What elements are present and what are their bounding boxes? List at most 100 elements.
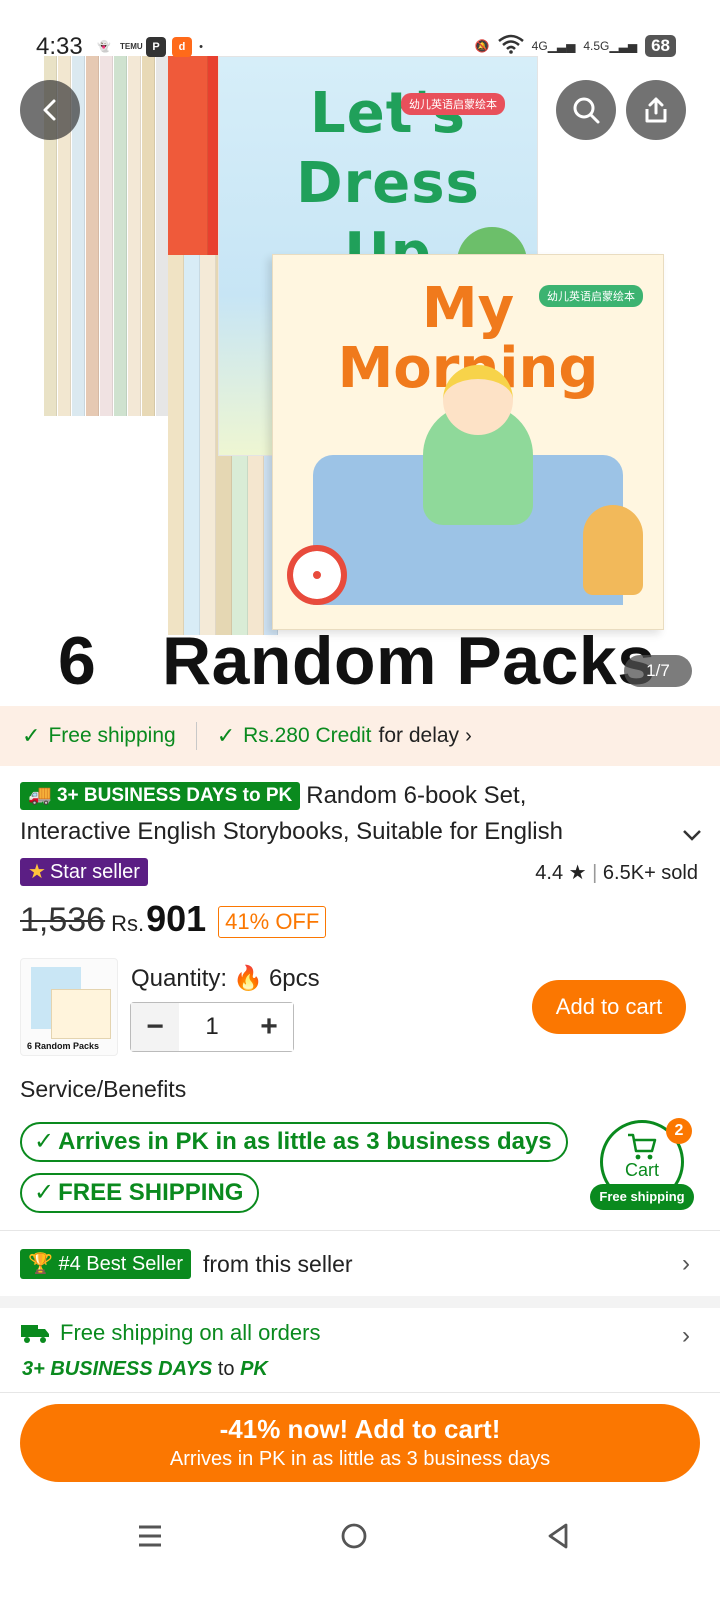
home-button[interactable] <box>334 1518 374 1554</box>
decrement-button[interactable]: − <box>131 1003 179 1051</box>
credit-suffix: for delay <box>378 724 460 747</box>
best-seller-row[interactable]: 🏆 #4 Best Seller from this seller › <box>20 1246 700 1282</box>
image-counter: 1/7 <box>624 655 692 687</box>
quantity-label-text: Quantity: <box>131 965 228 992</box>
mute-icon: 🔕 <box>474 38 490 53</box>
star-icon: ★ <box>568 862 587 884</box>
temu-icon: TEMU <box>120 42 143 51</box>
check-icon: ✓ <box>34 1128 55 1155</box>
quantity-label: Quantity: 🔥 6pcs <box>131 964 320 993</box>
check-icon: ✓ <box>22 723 41 748</box>
divider <box>195 722 197 750</box>
share-button[interactable] <box>626 80 686 140</box>
arrival-benefit-pill: ✓ Arrives in PK in as little as 3 busines… <box>20 1122 568 1162</box>
shopping-cart-icon <box>628 1133 657 1160</box>
fire-icon: 🔥 <box>233 965 263 992</box>
arrival-benefit-text: Arrives in PK in as little as 3 business… <box>58 1128 552 1155</box>
cart-free-shipping-label: Free shipping <box>590 1184 694 1210</box>
snapchat-icon: 👻 <box>97 41 111 53</box>
wifi-icon <box>497 34 524 57</box>
sold-count: 6.5K+ sold <box>602 862 698 884</box>
status-bar: 4:33 👻 TEMU P d • 🔕 4G▁▃▅ 4.5G▁▃▅ 68 <box>0 28 720 64</box>
menu-icon <box>139 1525 161 1547</box>
child-head-illustration <box>443 365 513 435</box>
current-price: 901 <box>146 898 207 939</box>
delivery-estimate: 3+ BUSINESS DAYS to PK <box>22 1358 268 1381</box>
shipping-promo-strip[interactable]: ✓ Free shipping ✓ Rs.280 Credit for dela… <box>0 706 720 766</box>
caption-text: Random Packs <box>162 623 656 699</box>
signal-45g-icon: 4.5G▁▃▅ <box>583 38 638 53</box>
free-shipping-benefit-pill: ✓ FREE SHIPPING <box>20 1173 260 1213</box>
currency-symbol: Rs. <box>111 911 145 936</box>
free-shipping-all-row[interactable]: Free shipping on all orders <box>20 1320 320 1346</box>
signal-4g-icon: 4G▁▃▅ <box>531 38 576 53</box>
thumb-cover-front <box>51 989 111 1039</box>
book-cover-my-morning: 幼儿英语启蒙绘本 My Morning <box>272 254 664 630</box>
status-time: 4:33 <box>36 33 83 60</box>
star-icon: ★ <box>28 861 46 883</box>
title-line-1: Random 6-book Set, <box>306 782 527 809</box>
back-triangle-icon <box>548 1523 568 1549</box>
check-icon: ✓ <box>34 1179 55 1206</box>
back-button[interactable] <box>20 80 80 140</box>
truck-icon <box>21 1325 49 1343</box>
search-icon <box>573 97 600 124</box>
free-shipping-all-text: Free shipping on all orders <box>60 1320 321 1345</box>
system-back-button[interactable] <box>538 1518 578 1554</box>
alarm-clock-illustration <box>287 545 347 605</box>
credit-label: Rs.280 Credit <box>243 724 372 747</box>
delivery-to: to <box>217 1358 235 1380</box>
best-seller-badge: 🏆 #4 Best Seller <box>20 1249 191 1279</box>
hero-caption: 6 Random Packs <box>58 622 656 700</box>
chevron-right-icon[interactable]: › <box>682 1322 690 1350</box>
system-navigation-bar <box>0 1500 720 1600</box>
rating-summary[interactable]: 4.4 ★ | 6.5K+ sold <box>535 860 698 885</box>
recent-apps-button[interactable] <box>130 1518 170 1554</box>
check-icon: ✓ <box>216 723 236 748</box>
search-button[interactable] <box>556 80 616 140</box>
back-arrow-icon <box>43 99 56 121</box>
divider: | <box>592 862 598 884</box>
quantity-value[interactable]: 1 <box>179 1003 245 1051</box>
delivery-badge: 🚚 3+ BUSINESS DAYS to PK <box>20 782 301 810</box>
expand-title-chevron-icon[interactable] <box>682 822 702 848</box>
quantity-stepper[interactable]: − 1 + <box>130 1002 294 1052</box>
delivery-destination: PK <box>240 1358 268 1380</box>
add-to-cart-button[interactable]: Add to cart <box>532 980 686 1034</box>
stock-count: 6pcs <box>268 965 320 992</box>
add-to-cart-cta-button[interactable]: -41% now! Add to cart! Arrives in PK in … <box>20 1404 700 1482</box>
notification-icons: 👻 TEMU P d • <box>94 37 204 57</box>
section-separator <box>0 1296 720 1308</box>
variant-thumbnail[interactable]: 6 Random Packs <box>20 958 118 1056</box>
star-seller-badge: ★ Star seller <box>20 858 148 886</box>
rating-value: 4.4 <box>535 862 564 884</box>
service-benefits-title: Service/Benefits <box>20 1076 187 1102</box>
discount-badge: 41% OFF <box>218 906 327 938</box>
increment-button[interactable]: + <box>245 1003 293 1051</box>
cart-count-badge: 2 <box>666 1118 692 1144</box>
best-seller-badge-text: #4 Best Seller <box>58 1253 183 1275</box>
cta-main-text: -41% now! Add to cart! <box>219 1414 501 1444</box>
status-right: 🔕 4G▁▃▅ 4.5G▁▃▅ 68 <box>475 34 676 57</box>
original-price: 1,536 <box>20 901 106 939</box>
pi-icon: P <box>146 37 166 57</box>
delivery-badge-text: 3+ BUSINESS DAYS to PK <box>56 785 293 806</box>
cover-tag: 幼儿英语启蒙绘本 <box>401 93 505 115</box>
home-circle-icon <box>341 1523 367 1549</box>
app-icon: d <box>172 37 192 57</box>
dog-illustration <box>583 505 643 595</box>
cta-sub-text: Arrives in PK in as little as 3 business… <box>169 1448 551 1470</box>
chevron-right-icon: › <box>465 724 472 747</box>
free-shipping-label: Free shipping <box>48 724 176 747</box>
delivery-days: 3+ BUSINESS DAYS <box>22 1358 213 1380</box>
title-line-2: Interactive English Storybooks, Suitable… <box>20 818 563 845</box>
free-shipping-benefit-text: FREE SHIPPING <box>58 1179 244 1206</box>
star-seller-label: Star seller <box>49 861 140 883</box>
best-seller-text: from this seller <box>202 1250 353 1277</box>
battery-indicator: 68 <box>645 34 676 57</box>
floating-cart-button[interactable]: Cart Free shipping 2 <box>590 1118 694 1210</box>
price-row: 1,536 Rs. 901 41% OFF <box>20 898 327 946</box>
cart-label: Cart <box>624 1160 659 1180</box>
product-title[interactable]: 🚚 3+ BUSINESS DAYS to PK Random 6-book Se… <box>20 778 700 850</box>
caption-number: 6 <box>58 623 97 699</box>
